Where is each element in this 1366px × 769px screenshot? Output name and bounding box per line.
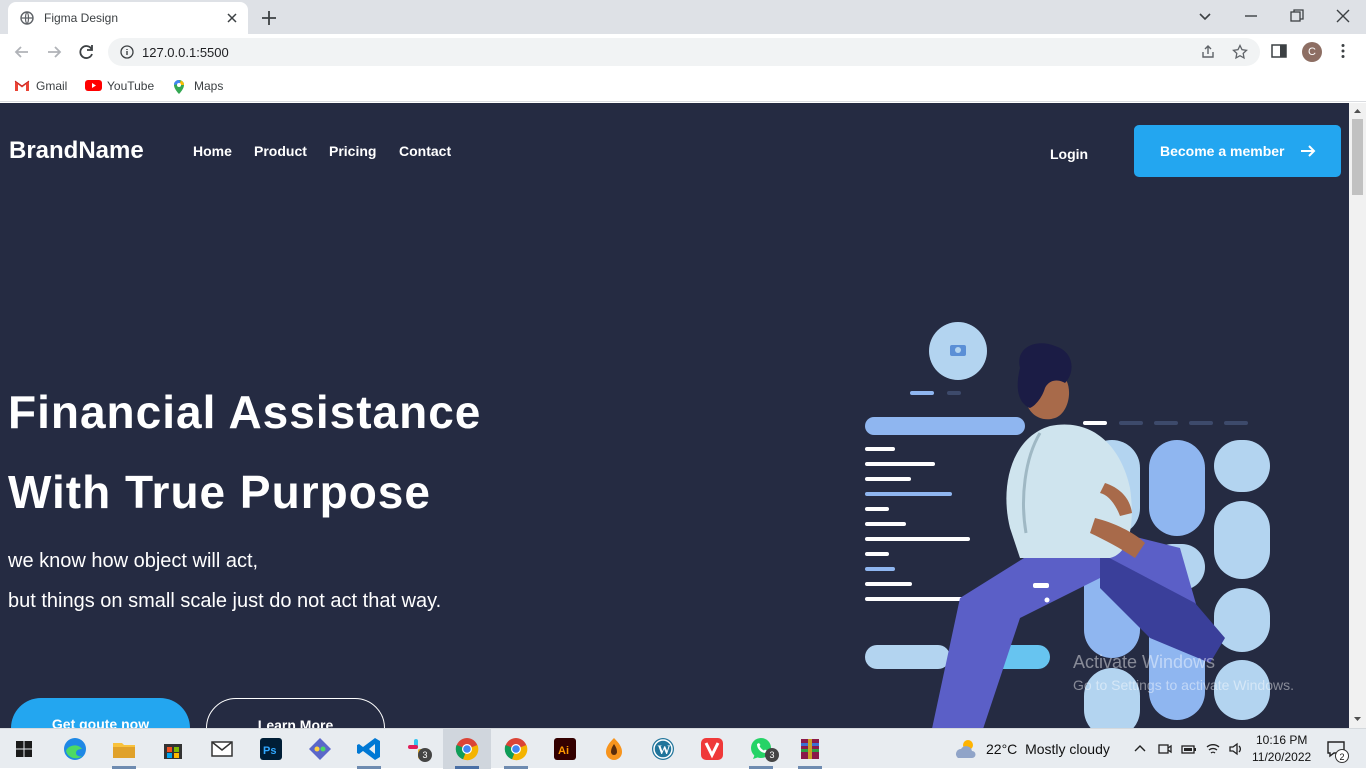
maps-icon: [174, 80, 184, 94]
illustrator-icon[interactable]: Ai: [551, 735, 579, 763]
weather-cloudy-icon[interactable]: [952, 735, 980, 763]
login-link[interactable]: Login: [1050, 146, 1088, 162]
youtube-icon: [85, 80, 102, 91]
globe-icon: [20, 11, 34, 25]
meet-now-icon[interactable]: [1157, 741, 1173, 757]
new-tab-icon[interactable]: [258, 7, 280, 29]
bookmarks-bar: Gmail YouTube Maps: [0, 70, 1366, 102]
weather-desc: Mostly cloudy: [1025, 741, 1110, 757]
tab-title: Figma Design: [44, 11, 119, 25]
url-text: 127.0.0.1:5500: [142, 45, 229, 60]
chrome-icon[interactable]: [453, 735, 481, 763]
activate-windows-subtitle: Go to Settings to activate Windows.: [1073, 677, 1294, 693]
restore-icon[interactable]: [1286, 5, 1308, 27]
vivaldi-icon[interactable]: [698, 735, 726, 763]
file-explorer-icon[interactable]: [110, 735, 138, 763]
fl-studio-icon[interactable]: [600, 735, 628, 763]
hero-title-line1: Financial Assistance: [8, 386, 482, 438]
vscode-icon[interactable]: [355, 735, 383, 763]
web-page: BrandName Home Product Pricing Contact L…: [0, 103, 1349, 728]
scroll-up-icon[interactable]: [1353, 106, 1362, 115]
clock-time[interactable]: 10:16 PM: [1256, 733, 1307, 747]
scroll-thumb[interactable]: [1352, 119, 1363, 195]
nav-product[interactable]: Product: [254, 143, 307, 159]
brand-logo[interactable]: BrandName: [9, 137, 144, 165]
hero-illustration: [865, 322, 1270, 728]
tab-search-icon[interactable]: [1194, 5, 1216, 27]
edge-icon[interactable]: [61, 735, 89, 763]
browser-toolbar: 127.0.0.1:5500 C: [0, 34, 1366, 70]
bookmark-maps[interactable]: Maps: [172, 77, 232, 95]
weather-temp: 22°C: [986, 741, 1018, 757]
become-member-button[interactable]: Become a member: [1134, 125, 1341, 177]
gmail-icon: [14, 80, 30, 91]
get-quote-button[interactable]: Get qoute now: [11, 698, 190, 728]
browser-tab[interactable]: Figma Design: [8, 2, 248, 34]
slack-badge: 3: [418, 748, 432, 762]
wifi-icon[interactable]: [1205, 741, 1221, 757]
winrar-icon[interactable]: [796, 735, 824, 763]
windows-start-icon[interactable]: [10, 735, 38, 763]
activate-windows-title: Activate Windows: [1073, 652, 1216, 672]
mail-icon[interactable]: [208, 735, 236, 763]
nav-home[interactable]: Home: [193, 143, 232, 159]
forward-arrow-icon[interactable]: [43, 41, 65, 63]
share-icon[interactable]: [1200, 44, 1216, 60]
become-member-label: Become a member: [1160, 143, 1285, 159]
kebab-menu-icon[interactable]: [1334, 42, 1352, 60]
arrow-right-icon: [1301, 145, 1316, 157]
bookmark-star-icon[interactable]: [1232, 44, 1248, 60]
hero-title-line2: With True Purpose: [8, 466, 431, 518]
chevron-up-icon[interactable]: [1132, 741, 1148, 757]
nav-pricing[interactable]: Pricing: [329, 143, 376, 159]
page-scrollbar[interactable]: [1349, 103, 1366, 728]
clock-date[interactable]: 11/20/2022: [1252, 750, 1311, 764]
svg-text:W: W: [658, 742, 671, 757]
nav-contact[interactable]: Contact: [399, 143, 451, 159]
git-app-icon[interactable]: [306, 735, 334, 763]
volume-icon[interactable]: [1228, 741, 1244, 757]
whatsapp-badge: 3: [765, 748, 779, 762]
chrome-profile-icon[interactable]: [502, 735, 530, 763]
close-window-icon[interactable]: [1332, 5, 1354, 27]
svg-text:Ps: Ps: [263, 745, 276, 757]
back-arrow-icon[interactable]: [11, 41, 33, 63]
close-tab-icon[interactable]: [224, 10, 240, 26]
battery-icon[interactable]: [1181, 741, 1197, 757]
profile-avatar[interactable]: C: [1302, 42, 1322, 62]
photoshop-icon[interactable]: Ps: [257, 735, 285, 763]
notification-count-badge: 2: [1335, 749, 1349, 763]
site-info-icon[interactable]: [120, 45, 134, 59]
weather-summary[interactable]: 22°C Mostly cloudy: [986, 741, 1110, 757]
scroll-down-icon[interactable]: [1353, 715, 1362, 724]
hero-subtitle-line2: but things on small scale just do not ac…: [8, 590, 442, 612]
learn-more-button[interactable]: Learn More: [206, 698, 385, 728]
minimize-icon[interactable]: [1240, 5, 1262, 27]
side-panel-icon[interactable]: [1270, 42, 1288, 60]
svg-text:Ai: Ai: [558, 745, 569, 757]
microsoft-store-icon[interactable]: [159, 735, 187, 763]
wordpress-icon[interactable]: W: [649, 735, 677, 763]
reload-icon[interactable]: [75, 41, 97, 63]
hero-subtitle-line1: we know how object will act,: [8, 550, 259, 572]
bookmark-gmail[interactable]: Gmail: [14, 77, 74, 95]
windows-taskbar: Ps 3 Ai W 3 22°C Mostly cloudy 10:16 PM …: [0, 728, 1366, 769]
bookmark-youtube[interactable]: YouTube: [85, 77, 161, 95]
browser-tabstrip: Figma Design: [0, 0, 1366, 34]
address-bar[interactable]: 127.0.0.1:5500: [108, 38, 1260, 66]
